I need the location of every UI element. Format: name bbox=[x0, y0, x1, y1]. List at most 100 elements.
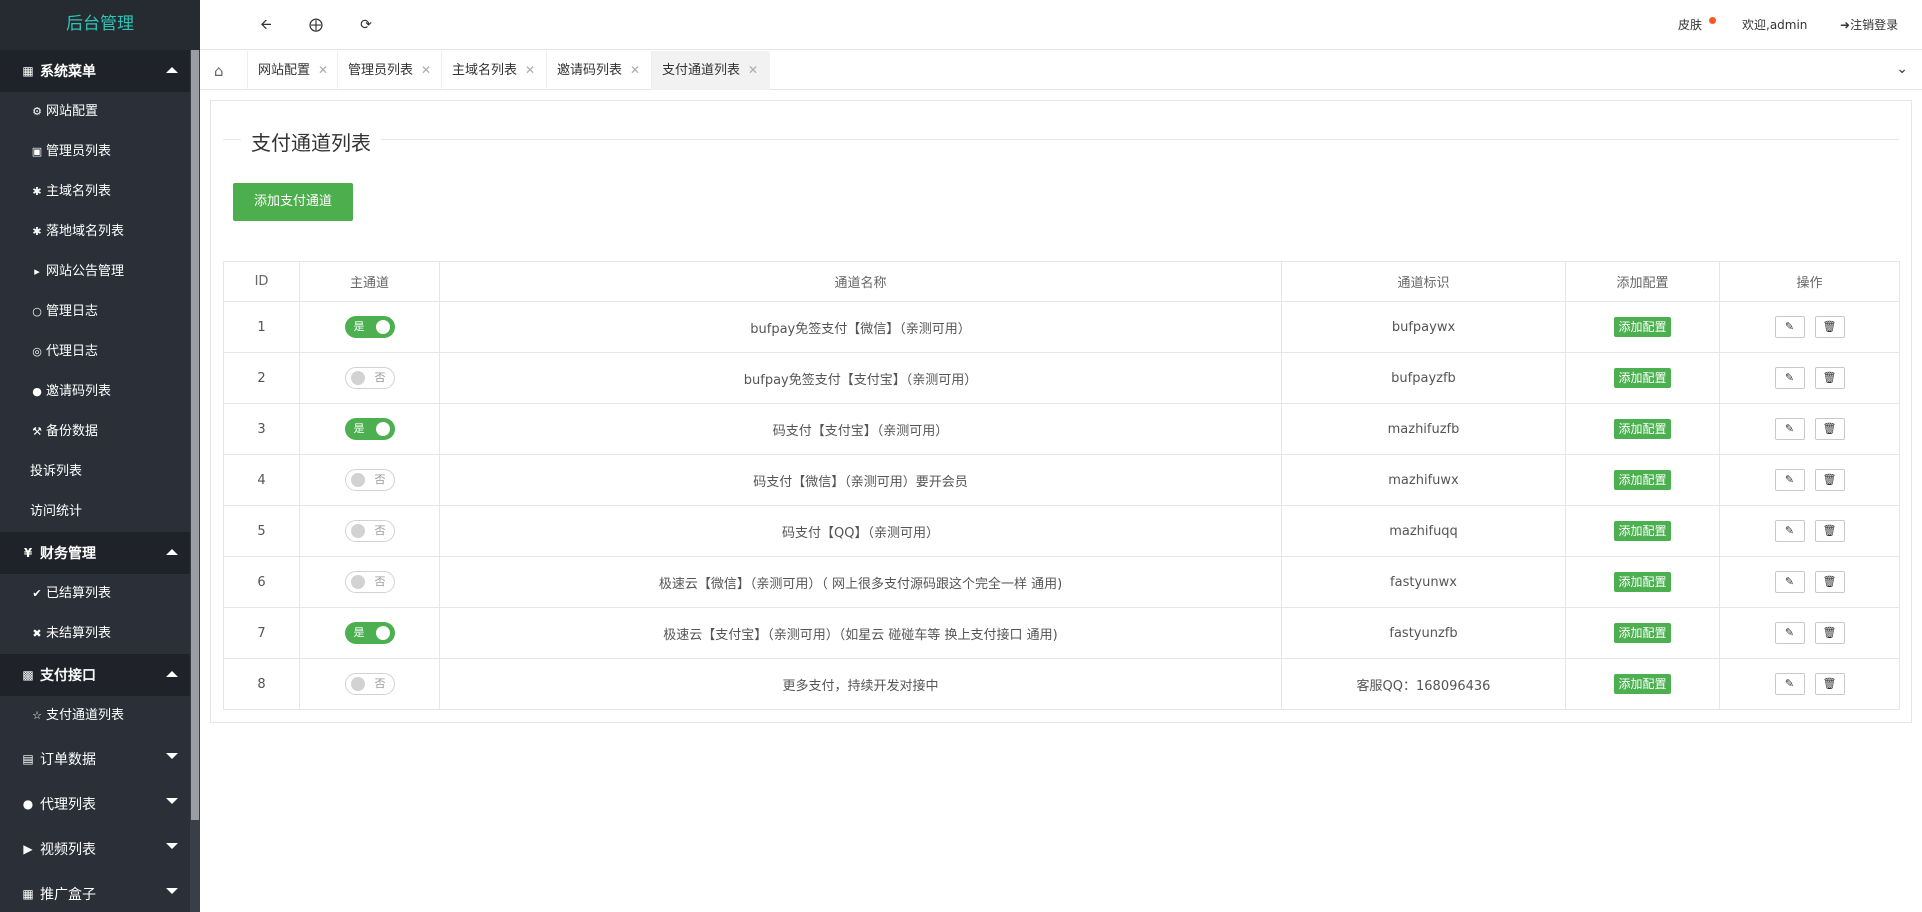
main-panel: 支付通道列表 添加支付通道 ID 主通道 通道名称 通道标识 添加配置 操作 1… bbox=[210, 100, 1912, 723]
sidebar-group-system[interactable]: ▦ 系统菜单 bbox=[0, 50, 190, 92]
edit-icon[interactable]: ✎ bbox=[1774, 622, 1805, 644]
sidebar-group-label: 代理列表 bbox=[40, 796, 96, 813]
caret-up-icon bbox=[166, 671, 178, 677]
switch-knob bbox=[350, 371, 365, 385]
edit-icon[interactable]: ✎ bbox=[1774, 571, 1805, 593]
sidebar-item-visit-stats[interactable]: 访问统计 bbox=[0, 492, 190, 532]
add-config-button[interactable]: 添加配置 bbox=[1614, 674, 1671, 694]
edit-icon[interactable]: ✎ bbox=[1774, 520, 1805, 542]
edit-icon[interactable]: ✎ bbox=[1774, 418, 1805, 440]
lock-icon: ▣ bbox=[31, 145, 43, 158]
add-config-button[interactable]: 添加配置 bbox=[1614, 317, 1671, 337]
home-icon[interactable]: ⌂ bbox=[214, 62, 224, 80]
tab-payment-channels[interactable]: 支付通道列表 ✕ bbox=[651, 51, 771, 90]
notification-dot bbox=[1709, 17, 1716, 24]
trash-icon[interactable]: 🗑 bbox=[1814, 571, 1845, 593]
add-config-button[interactable]: 添加配置 bbox=[1614, 419, 1671, 439]
add-config-button[interactable]: 添加配置 bbox=[1614, 368, 1671, 388]
sidebar-item-settled[interactable]: ✔ 已结算列表 bbox=[0, 574, 190, 614]
cell-main: 是 bbox=[299, 301, 440, 353]
tab-site-config[interactable]: 网站配置 ✕ bbox=[247, 51, 340, 90]
sidebar-item-site-config[interactable]: ⚙ 网站配置 bbox=[0, 92, 190, 132]
page-title: 支付通道列表 bbox=[241, 127, 381, 156]
add-config-button[interactable]: 添加配置 bbox=[1614, 623, 1671, 643]
sidebar-scrollbar[interactable] bbox=[190, 50, 200, 912]
sidebar-group-promo[interactable]: ▦ 推广盒子 bbox=[0, 871, 190, 912]
refresh-icon[interactable]: ⟳ bbox=[356, 15, 376, 35]
close-icon[interactable]: ✕ bbox=[421, 63, 431, 77]
comments-icon: ◎ bbox=[32, 345, 42, 358]
switch-label: 否 bbox=[374, 371, 386, 384]
trash-icon[interactable]: 🗑 bbox=[1814, 418, 1845, 440]
sidebar-item-invite-codes[interactable]: ● 邀请码列表 bbox=[0, 372, 190, 412]
add-config-button[interactable]: 添加配置 bbox=[1614, 572, 1671, 592]
sidebar-group-payment[interactable]: ▩ 支付接口 bbox=[0, 654, 190, 696]
main-channel-switch[interactable]: 否 bbox=[344, 520, 395, 542]
trash-icon[interactable]: 🗑 bbox=[1814, 622, 1845, 644]
asterisk-icon: ✱ bbox=[32, 225, 42, 238]
cell-config: 添加配置 bbox=[1565, 352, 1720, 404]
add-config-button[interactable]: 添加配置 bbox=[1614, 521, 1671, 541]
main-channel-switch[interactable]: 否 bbox=[344, 469, 395, 491]
chevron-down-icon[interactable]: ⌄ bbox=[1896, 61, 1908, 77]
cell-config: 添加配置 bbox=[1565, 505, 1720, 557]
edit-icon[interactable]: ✎ bbox=[1774, 316, 1805, 338]
fullscreen-icon[interactable]: ⨁ bbox=[306, 15, 326, 35]
cell-code: 客服QQ：168096436 bbox=[1281, 658, 1566, 710]
sidebar-item-payment-channels[interactable]: ☆ 支付通道列表 bbox=[0, 696, 190, 736]
close-icon[interactable]: ✕ bbox=[318, 63, 328, 77]
close-icon[interactable]: ✕ bbox=[630, 63, 640, 77]
sidebar-group-agents[interactable]: ● 代理列表 bbox=[0, 781, 190, 826]
close-icon[interactable]: ✕ bbox=[748, 63, 758, 77]
add-config-button[interactable]: 添加配置 bbox=[1614, 470, 1671, 490]
close-icon[interactable]: ✕ bbox=[525, 63, 535, 77]
skin-button[interactable]: 皮肤 bbox=[1678, 16, 1702, 33]
sidebar-item-main-domains[interactable]: ✱ 主域名列表 bbox=[0, 172, 190, 212]
edit-icon[interactable]: ✎ bbox=[1774, 367, 1805, 389]
trash-icon[interactable]: 🗑 bbox=[1814, 367, 1845, 389]
main-channel-switch[interactable]: 是 bbox=[344, 622, 395, 644]
welcome-user[interactable]: 欢迎,admin bbox=[1742, 16, 1807, 33]
main-channel-switch[interactable]: 否 bbox=[344, 571, 395, 593]
tab-admins[interactable]: 管理员列表 ✕ bbox=[337, 51, 443, 90]
trash-icon[interactable]: 🗑 bbox=[1814, 673, 1845, 695]
sidebar-item-complaints[interactable]: 投诉列表 bbox=[0, 452, 190, 492]
bullhorn-icon: ▸ bbox=[34, 265, 40, 278]
caret-up-icon bbox=[166, 67, 178, 73]
sign-out-icon: ➜ bbox=[1840, 18, 1851, 32]
cell-main: 否 bbox=[299, 352, 440, 404]
sidebar-item-landing-domains[interactable]: ✱ 落地域名列表 bbox=[0, 212, 190, 252]
yen-icon: ¥ bbox=[23, 546, 33, 560]
back-arrow-icon[interactable]: 🡨 bbox=[256, 15, 276, 35]
sidebar-item-unsettled[interactable]: ✖ 未结算列表 bbox=[0, 614, 190, 654]
trash-icon[interactable]: 🗑 bbox=[1814, 469, 1845, 491]
switch-label: 否 bbox=[374, 677, 386, 690]
sidebar-item-announcements[interactable]: ▸ 网站公告管理 bbox=[0, 252, 190, 292]
main-channel-switch[interactable]: 是 bbox=[344, 418, 395, 440]
sidebar-item-agent-log[interactable]: ◎ 代理日志 bbox=[0, 332, 190, 372]
cell-code: bufpaywx bbox=[1281, 301, 1566, 353]
edit-icon[interactable]: ✎ bbox=[1774, 469, 1805, 491]
trash-icon[interactable]: 🗑 bbox=[1814, 520, 1845, 542]
scrollbar-thumb[interactable] bbox=[191, 50, 199, 820]
main-channel-switch[interactable]: 是 bbox=[344, 316, 395, 338]
main-channel-switch[interactable]: 否 bbox=[344, 367, 395, 389]
add-channel-button[interactable]: 添加支付通道 bbox=[233, 183, 353, 221]
sidebar-item-backup[interactable]: ⚒ 备份数据 bbox=[0, 412, 190, 452]
main-channel-switch[interactable]: 否 bbox=[344, 673, 395, 695]
col-code: 通道标识 bbox=[1281, 261, 1566, 302]
tab-invite-codes[interactable]: 邀请码列表 ✕ bbox=[546, 51, 652, 90]
sidebar-group-orders[interactable]: ▤ 订单数据 bbox=[0, 736, 190, 781]
sidebar-item-admins[interactable]: ▣ 管理员列表 bbox=[0, 132, 190, 172]
logout-link[interactable]: ➜注销登录 bbox=[1840, 16, 1898, 33]
sidebar-item-admin-log[interactable]: ○ 管理日志 bbox=[0, 292, 190, 332]
edit-icon[interactable]: ✎ bbox=[1774, 673, 1805, 695]
tab-main-domains[interactable]: 主域名列表 ✕ bbox=[441, 51, 547, 90]
users-icon: ● bbox=[22, 796, 34, 811]
col-name: 通道名称 bbox=[439, 261, 1282, 302]
sidebar-group-finance[interactable]: ¥ 财务管理 bbox=[0, 532, 190, 574]
cell-main: 否 bbox=[299, 505, 440, 557]
trash-icon[interactable]: 🗑 bbox=[1814, 316, 1845, 338]
caret-down-icon bbox=[166, 843, 178, 849]
sidebar-group-videos[interactable]: ▶ 视频列表 bbox=[0, 826, 190, 871]
